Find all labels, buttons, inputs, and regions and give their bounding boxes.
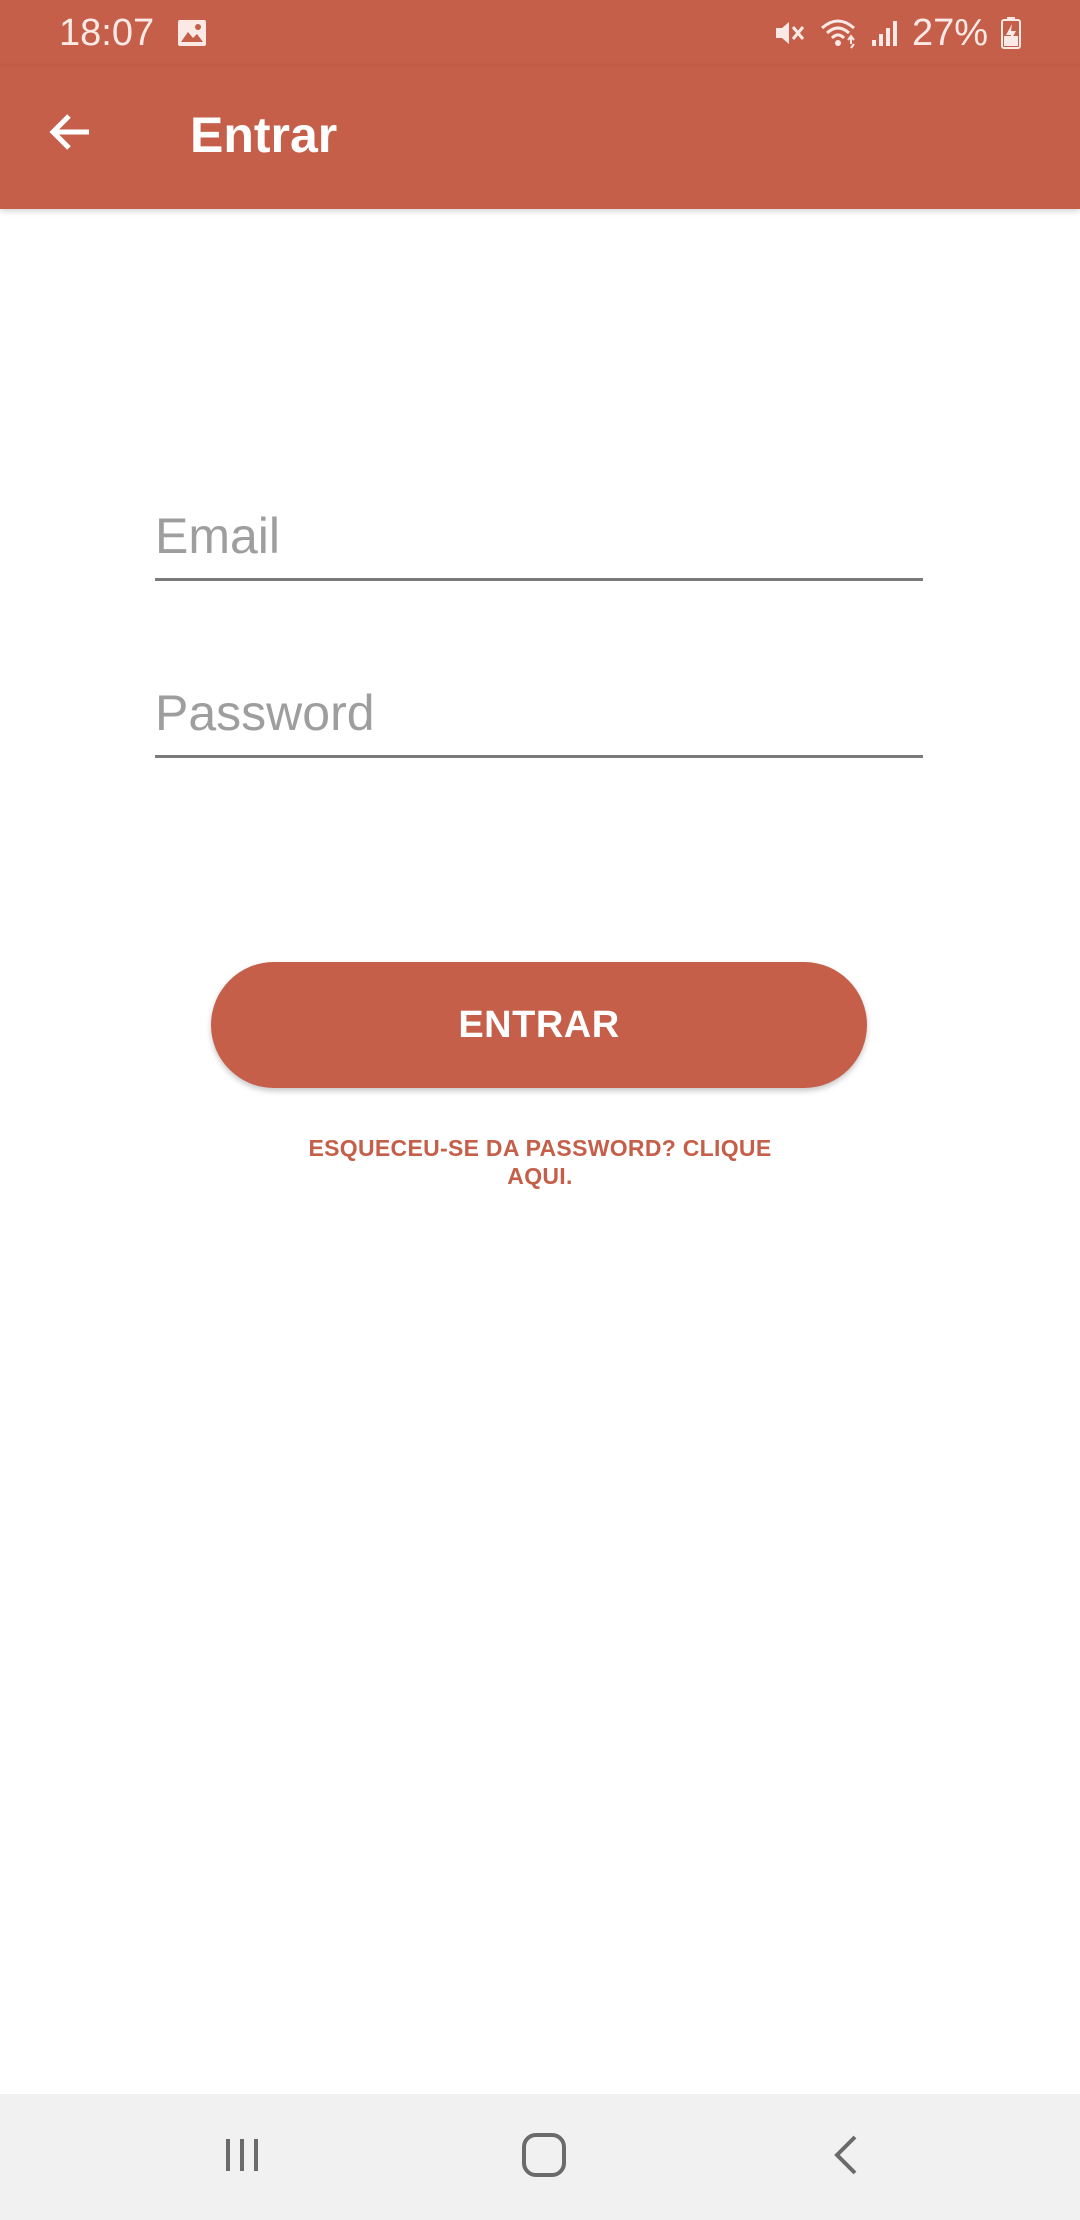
wifi-icon bbox=[818, 16, 858, 50]
signal-icon bbox=[870, 16, 900, 50]
email-field[interactable] bbox=[155, 504, 923, 568]
home-button[interactable] bbox=[509, 2122, 579, 2192]
arrow-left-icon bbox=[49, 110, 93, 159]
status-bar: 18:07 27% bbox=[0, 0, 1080, 66]
recents-button[interactable] bbox=[207, 2122, 277, 2192]
mute-icon bbox=[772, 16, 806, 50]
page-title: Entrar bbox=[190, 107, 338, 163]
home-icon bbox=[520, 2131, 568, 2184]
status-icons: 27% bbox=[772, 10, 1022, 56]
status-time: 18:07 bbox=[59, 12, 155, 54]
password-field[interactable] bbox=[155, 681, 923, 745]
recents-icon bbox=[220, 2133, 264, 2182]
image-icon bbox=[176, 17, 208, 49]
back-icon bbox=[827, 2133, 867, 2182]
forgot-link-line2: AQUI. bbox=[507, 1163, 573, 1189]
battery-charging-icon bbox=[1000, 16, 1022, 50]
login-button[interactable]: ENTRAR bbox=[211, 962, 867, 1088]
forgot-password-link[interactable]: ESQUECEU-SE DA PASSWORD? CLIQUE AQUI. bbox=[300, 1134, 780, 1190]
navigation-bar bbox=[0, 2094, 1080, 2220]
nav-back-button[interactable] bbox=[812, 2122, 882, 2192]
back-button[interactable] bbox=[36, 99, 106, 169]
login-button-label: ENTRAR bbox=[458, 1003, 620, 1046]
app-bar: Entrar bbox=[0, 66, 1080, 209]
password-field-container bbox=[155, 665, 923, 758]
battery-percent: 27% bbox=[911, 12, 988, 54]
forgot-link-line1: ESQUECEU-SE DA PASSWORD? CLIQUE bbox=[308, 1135, 772, 1161]
login-screen: 18:07 27% Entrar Email ENTRAR ESQUECEU-S… bbox=[0, 0, 1080, 2220]
email-field-container bbox=[155, 488, 923, 581]
